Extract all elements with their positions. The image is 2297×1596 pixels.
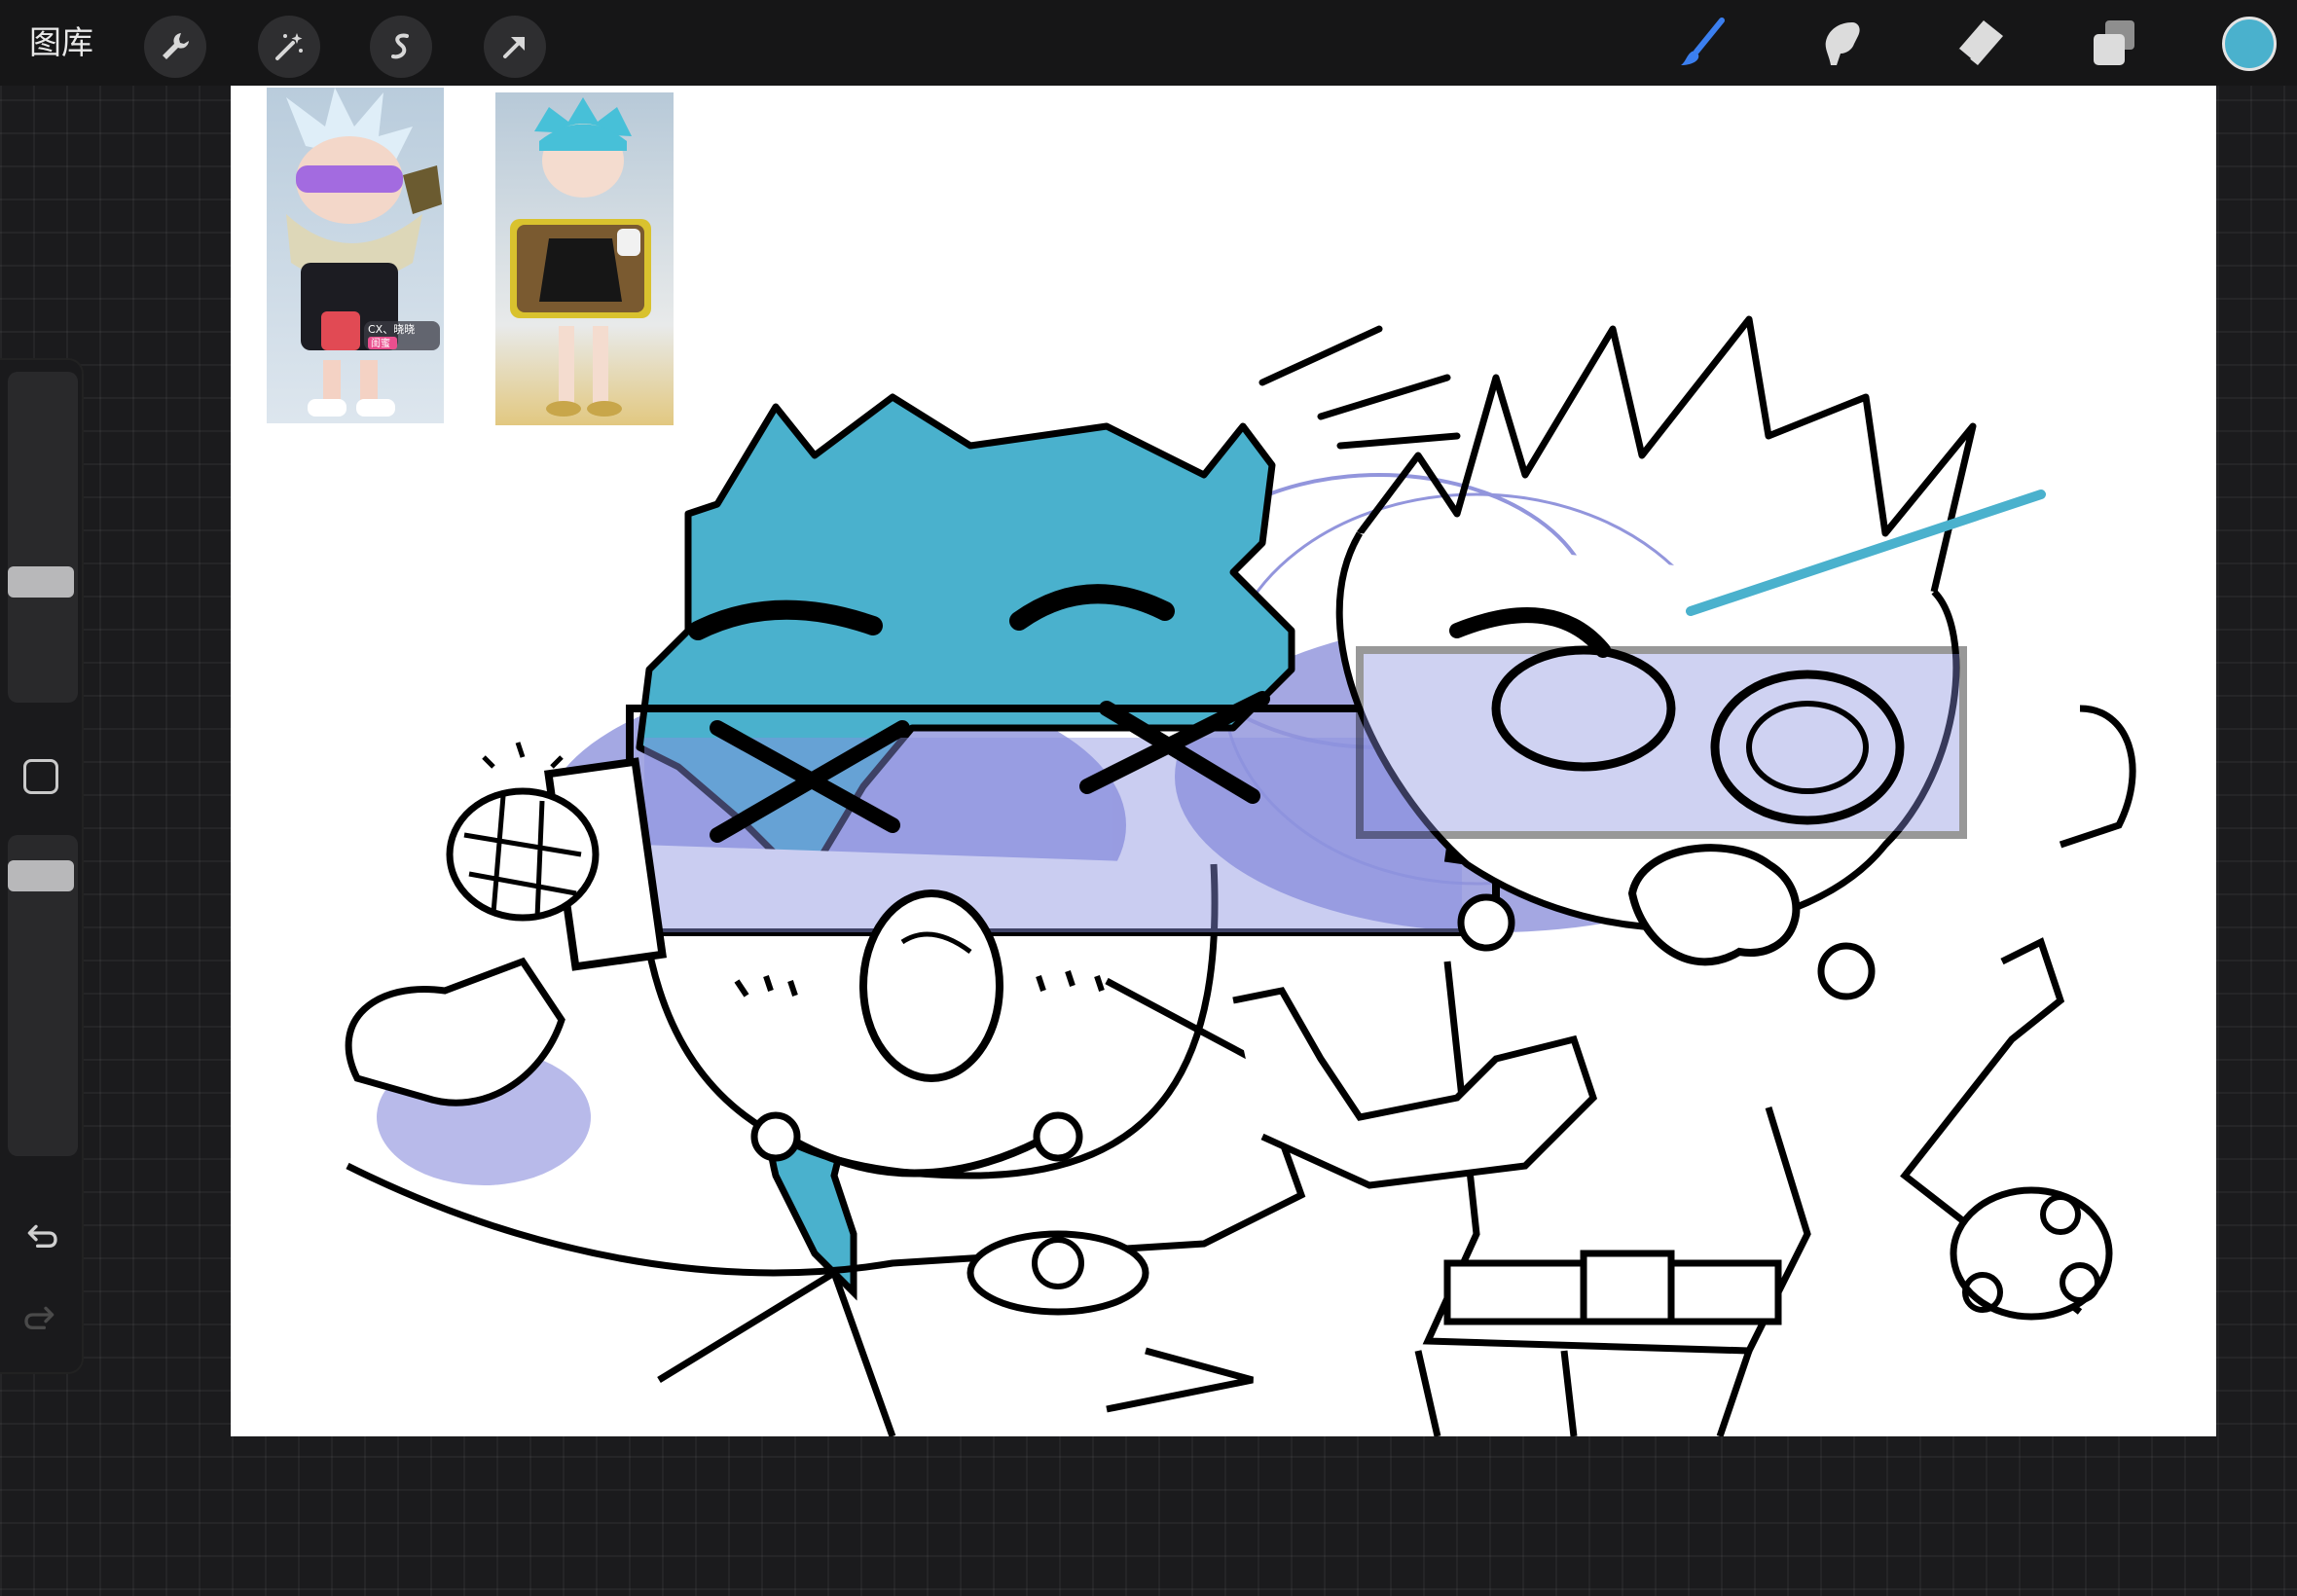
wrench-icon[interactable] <box>144 16 206 78</box>
top-toolbar: 图库 <box>0 0 2297 86</box>
left-sidebar <box>0 360 82 1372</box>
gallery-button[interactable]: 图库 <box>29 19 93 66</box>
opacity-thumb[interactable] <box>8 860 74 891</box>
brush-size-thumb[interactable] <box>8 566 74 598</box>
selection-icon[interactable] <box>370 16 432 78</box>
drawing-canvas[interactable]: CX、晓晓 闺蜜 <box>231 86 2216 1436</box>
move-arrow-icon[interactable] <box>484 16 546 78</box>
color-picker-swatch[interactable] <box>2222 17 2277 71</box>
artwork-layer <box>345 315 2136 1436</box>
modify-button[interactable] <box>23 759 58 794</box>
smudge-icon[interactable] <box>1810 12 1873 74</box>
undo-icon[interactable] <box>18 1215 64 1261</box>
magic-wand-icon[interactable] <box>258 16 320 78</box>
eraser-icon[interactable] <box>1948 12 2010 74</box>
redo-icon[interactable] <box>18 1296 64 1343</box>
brush-size-slider[interactable] <box>8 372 78 703</box>
brush-icon[interactable] <box>1672 12 1734 74</box>
layers-icon[interactable] <box>2083 12 2145 74</box>
